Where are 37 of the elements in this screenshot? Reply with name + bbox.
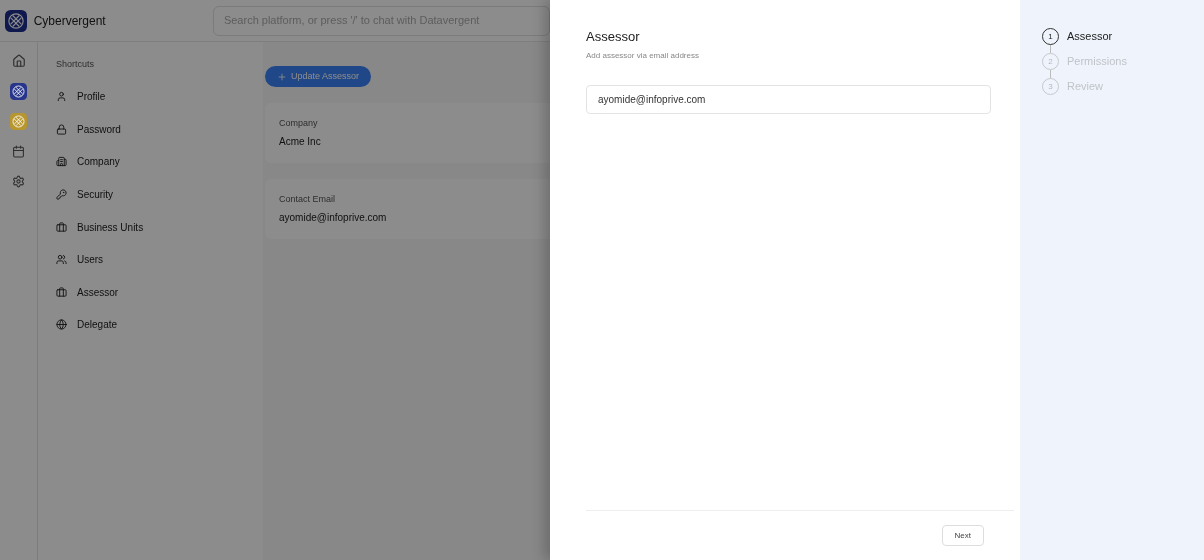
shortcut-item[interactable]: Profile <box>56 80 263 114</box>
drawer-subtitle: Add assessor via email address <box>586 49 700 62</box>
shortcut-item[interactable]: Users <box>56 243 263 277</box>
building-icon <box>56 156 67 168</box>
email-field[interactable]: ayomide@infoprive.com <box>586 84 991 114</box>
next-button[interactable]: Next <box>941 525 984 546</box>
calendar-icon <box>12 145 25 158</box>
logo-icon <box>10 83 27 100</box>
app-button[interactable] <box>8 81 29 102</box>
shortcut-item[interactable]: Assessor <box>56 276 263 309</box>
section-title: Shortcuts <box>56 58 96 71</box>
plus-icon <box>277 71 287 82</box>
brand-name: Cybervergent <box>33 12 107 30</box>
card-label: Contact Email <box>279 192 337 206</box>
drawer-title: Assessor <box>586 28 641 46</box>
briefcase-icon <box>56 286 67 298</box>
step-label: Assessor <box>1067 29 1113 45</box>
settings-icon <box>12 175 25 188</box>
key-icon <box>56 189 67 201</box>
shortcut-item[interactable]: Delegate <box>56 308 263 342</box>
card-value: Acme Inc <box>279 135 322 150</box>
card-value: ayomide@infoprive.com <box>279 211 388 226</box>
briefcase-icon <box>56 221 67 233</box>
app-button[interactable] <box>8 111 29 132</box>
people-icon <box>56 254 67 266</box>
person-icon <box>56 91 67 103</box>
card-label: Company <box>279 116 319 130</box>
lock-icon <box>56 123 67 135</box>
logo-icon <box>4 9 27 32</box>
shortcut-item[interactable]: Security <box>56 178 263 211</box>
shortcut-item[interactable]: Company <box>56 145 263 179</box>
logo-icon <box>10 113 27 130</box>
update-assessor-button[interactable]: Update Assessor <box>265 66 372 87</box>
globe-icon <box>56 319 67 331</box>
shortcut-item[interactable]: Password <box>56 113 263 146</box>
shortcut-item[interactable]: Business Units <box>56 210 263 244</box>
home-icon <box>11 54 26 68</box>
